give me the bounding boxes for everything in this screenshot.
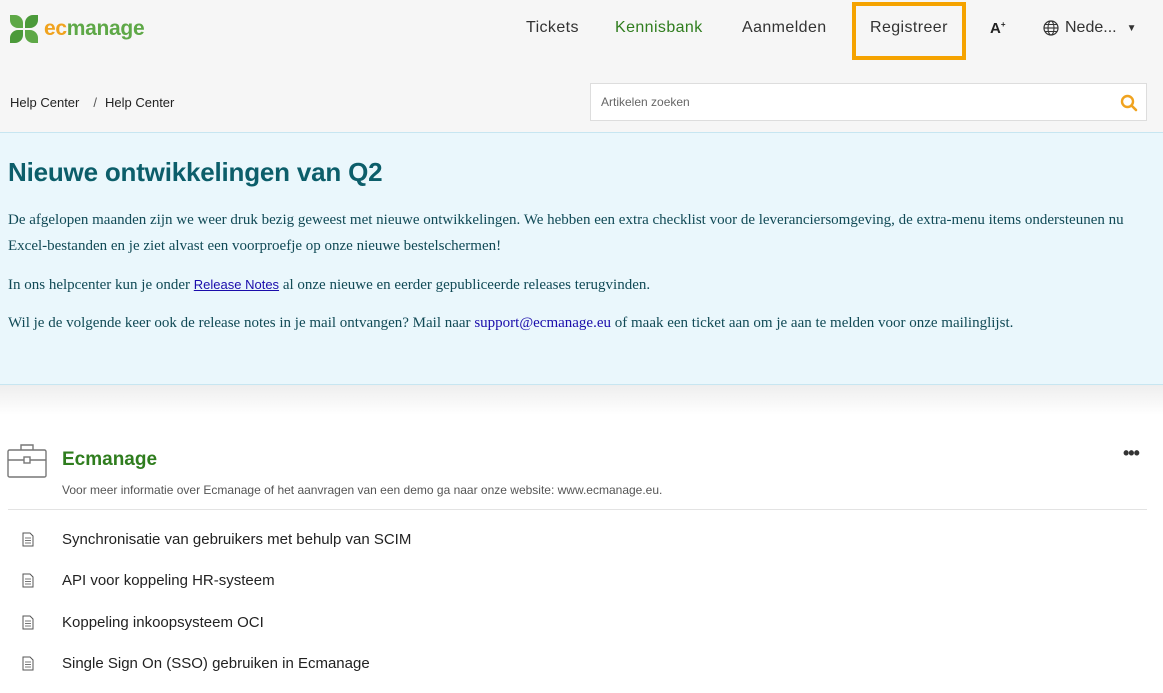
font-size-sup: + (1000, 20, 1006, 29)
document-icon (22, 656, 34, 671)
banner-paragraph: In ons helpcenter kun je onder Release N… (8, 272, 1138, 298)
globe-icon (1043, 20, 1059, 36)
article-title: Synchronisatie van gebruikers met behulp… (62, 531, 412, 548)
article-title: Single Sign On (SSO) gebruiken in Ecmana… (62, 655, 370, 672)
article-title: Koppeling inkoopsysteem OCI (62, 614, 264, 631)
nav-tickets[interactable]: Tickets (526, 19, 579, 37)
article-item[interactable]: API voor koppeling HR-systeem (0, 566, 800, 596)
nav-aanmelden[interactable]: Aanmelden (742, 19, 827, 37)
document-icon (22, 532, 34, 547)
document-icon (22, 615, 34, 630)
banner-paragraph: Wil je de volgende keer ook de release n… (8, 310, 1138, 336)
language-selector[interactable]: Nede... ▼ (1043, 19, 1137, 37)
article-item[interactable]: Single Sign On (SSO) gebruiken in Ecmana… (0, 649, 800, 679)
nav-registreer[interactable]: Registreer (870, 19, 948, 37)
article-title: API voor koppeling HR-systeem (62, 572, 275, 589)
briefcase-icon (7, 444, 47, 478)
banner-text: In ons helpcenter kun je onder (8, 277, 194, 293)
banner-text: Wil je de volgende keer ook de release n… (8, 315, 475, 331)
logo-text-ec: ec (44, 17, 67, 40)
category-divider (8, 509, 1147, 510)
logo-mark-icon (9, 14, 39, 44)
more-options-icon[interactable]: ••• (1123, 443, 1140, 464)
breadcrumb-item[interactable]: Help Center (105, 95, 174, 110)
support-email-link[interactable]: support@ecmanage.eu (474, 315, 611, 331)
ecmanage-logo[interactable]: ecmanage (9, 14, 145, 44)
banner-shadow (0, 385, 1163, 415)
banner-title: Nieuwe ontwikkelingen van Q2 (8, 157, 383, 187)
category-description: Voor meer informatie over Ecmanage of he… (62, 483, 663, 497)
breadcrumb-separator: / (93, 95, 97, 110)
article-item[interactable]: Koppeling inkoopsysteem OCI (0, 608, 800, 638)
banner-paragraph: De afgelopen maanden zijn we weer druk b… (8, 212, 1124, 254)
breadcrumb-item[interactable]: Help Center (10, 95, 79, 110)
breadcrumb: Help Center / Help Center (10, 95, 174, 110)
font-size-label: A (990, 20, 1001, 37)
font-size-button[interactable]: A+ (990, 20, 1006, 37)
logo-text: ecmanage (44, 17, 145, 41)
category-title[interactable]: Ecmanage (62, 449, 157, 471)
top-header: ecmanage Tickets Kennisbank Aanmelden Re… (0, 0, 1163, 132)
caret-down-icon: ▼ (1126, 22, 1137, 34)
release-notes-link[interactable]: Release Notes (194, 277, 279, 292)
search-box (590, 83, 1147, 121)
nav-kennisbank[interactable]: Kennisbank (615, 19, 703, 37)
logo-text-manage: manage (66, 17, 145, 40)
announcement-banner: Nieuwe ontwikkelingen van Q2 De afgelope… (0, 132, 1163, 385)
banner-text: of maak een ticket aan om je aan te meld… (611, 315, 1014, 331)
search-input[interactable] (591, 84, 1111, 120)
search-icon[interactable] (1120, 94, 1138, 112)
language-label: Nede... (1065, 19, 1117, 36)
document-icon (22, 573, 34, 588)
article-item[interactable]: Synchronisatie van gebruikers met behulp… (0, 525, 800, 555)
banner-text: al onze nieuwe en eerder gepubliceerde r… (279, 277, 651, 293)
